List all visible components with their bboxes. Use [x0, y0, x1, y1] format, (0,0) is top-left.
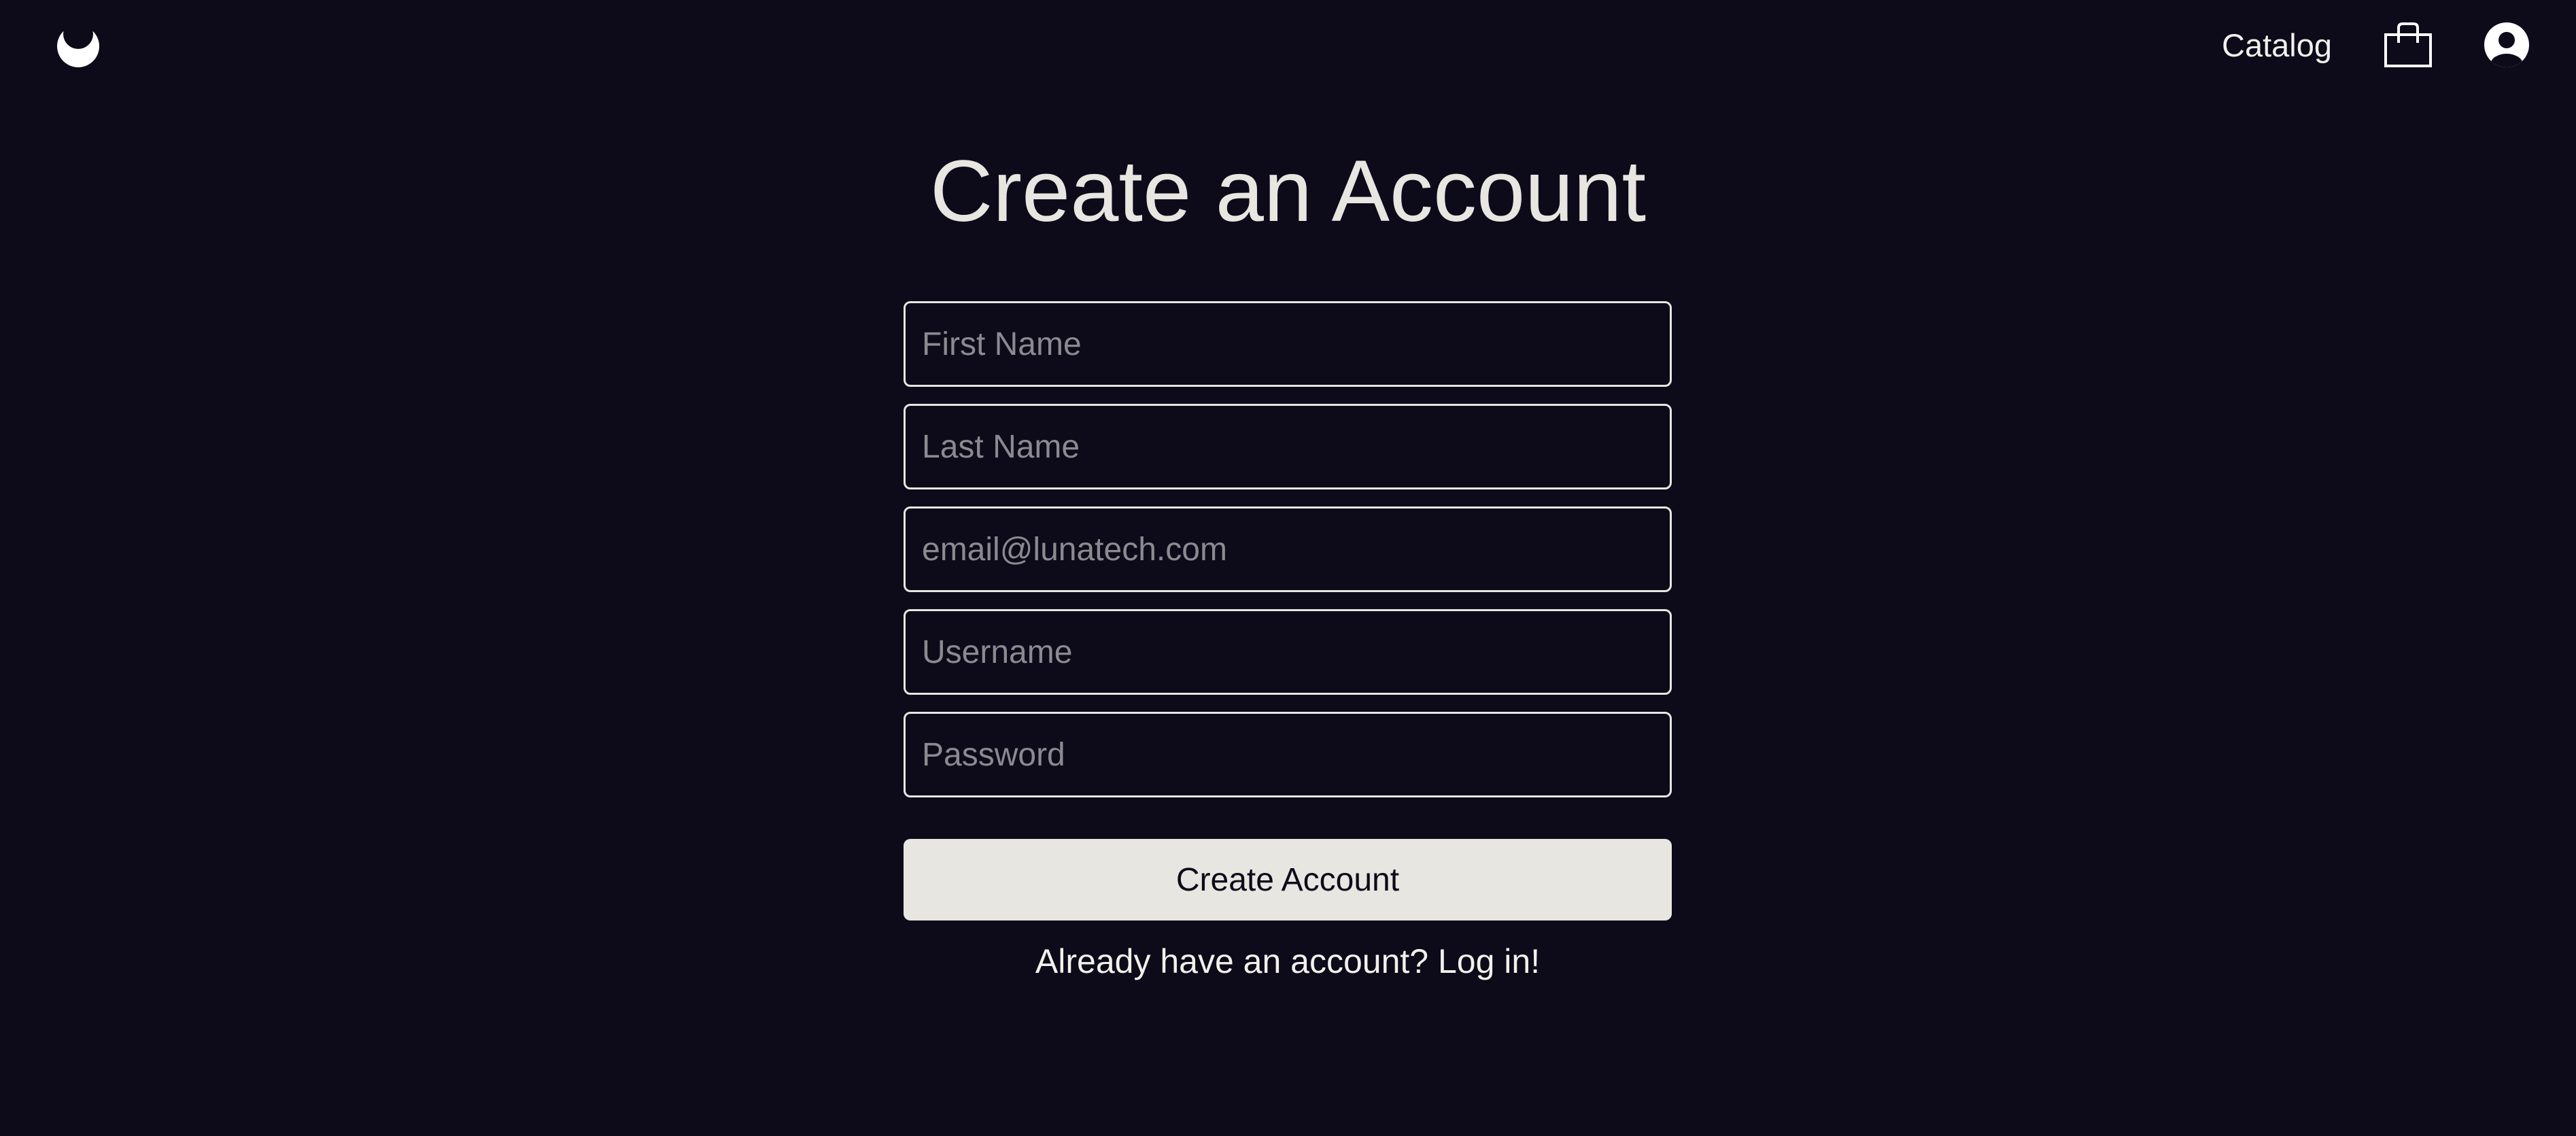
last-name-input[interactable] [904, 404, 1672, 489]
email-input[interactable] [904, 506, 1672, 592]
password-input[interactable] [904, 712, 1672, 797]
page-title: Create an Account [929, 143, 1647, 240]
first-name-input[interactable] [904, 301, 1672, 387]
signup-form: Create Account Already have an account? … [904, 301, 1672, 982]
login-link[interactable]: Already have an account? Log in! [904, 941, 1672, 982]
page: Catalog Create an Account First Name Las… [0, 0, 2576, 1136]
username-input[interactable] [904, 609, 1672, 695]
create-account-button[interactable]: Create Account [904, 839, 1672, 920]
user-avatar-icon[interactable] [2483, 21, 2530, 69]
header-nav: Catalog [2222, 19, 2530, 71]
nav-catalog-link[interactable]: Catalog [2222, 29, 2332, 61]
shopping-bag-icon[interactable] [2384, 22, 2433, 68]
crescent-moon-icon[interactable] [54, 22, 103, 68]
